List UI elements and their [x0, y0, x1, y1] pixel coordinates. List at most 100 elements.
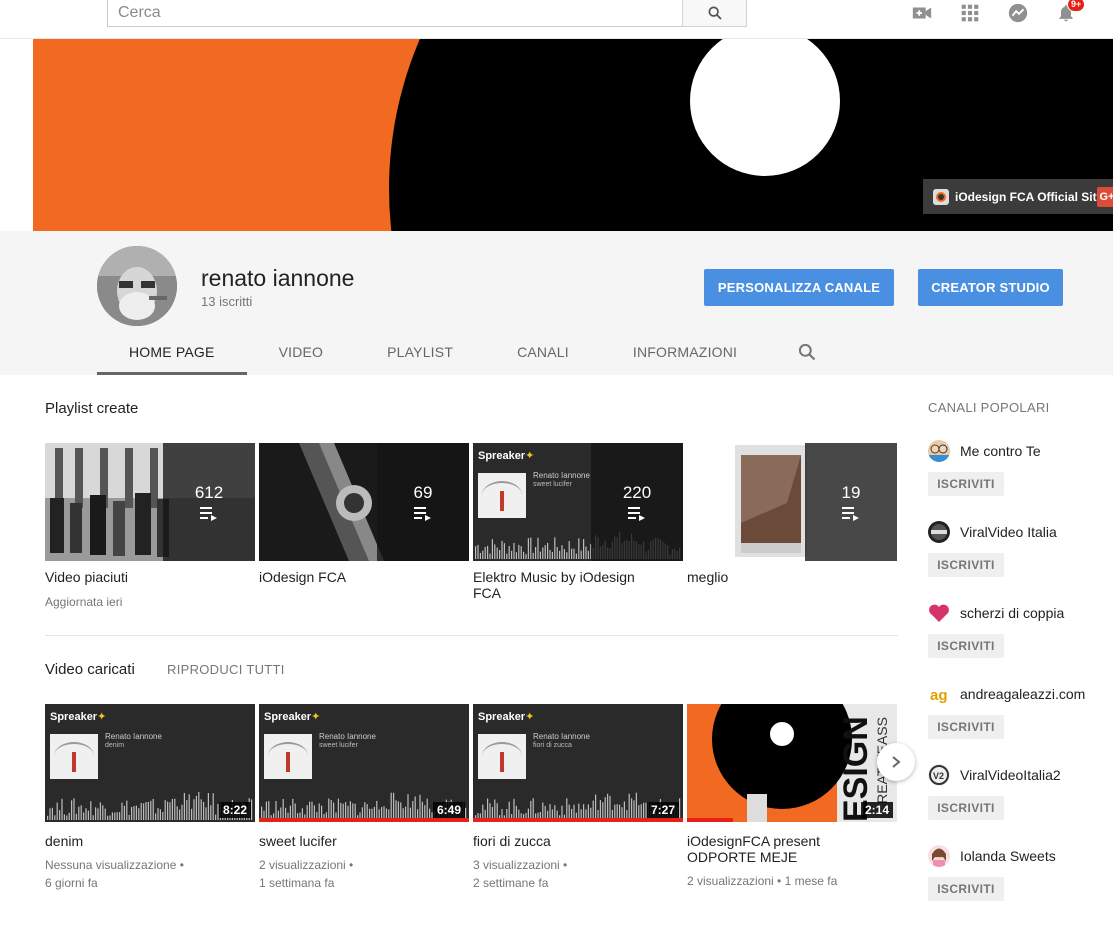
playlist-title[interactable]: meglio: [687, 569, 887, 585]
playlist-thumbnail[interactable]: 69: [259, 443, 469, 561]
view-count: 2 visualizzazioni: [259, 858, 346, 872]
thumb-track: sweet lucifer: [533, 481, 572, 488]
playlist-video-count: 69: [413, 483, 433, 502]
channel-avatar[interactable]: [928, 521, 950, 543]
upload-age: 2 settimane fa: [473, 876, 549, 890]
watch-progress-bar: [687, 818, 734, 822]
video-duration: 6:49: [432, 802, 465, 818]
subscribe-button[interactable]: ISCRIVITI: [928, 715, 1004, 739]
view-count: 2 visualizzazioni: [687, 874, 774, 888]
subscribe-button[interactable]: ISCRIVITI: [928, 796, 1004, 820]
book-artwork: [50, 734, 98, 779]
svg-text:ag: ag: [930, 687, 948, 704]
banner-site-link[interactable]: iOdesign FCA Official Site: [923, 179, 1113, 214]
thumb-track: sweet lucifer: [319, 742, 358, 749]
customize-channel-button[interactable]: PERSONALIZZA CANALE: [704, 269, 894, 306]
playlist-icon: [842, 507, 859, 521]
channel-name-link[interactable]: andreagaleazzi.com: [960, 686, 1085, 702]
apps-grid-icon[interactable]: [958, 1, 982, 25]
video-thumbnail[interactable]: Spreaker✦ Renato Iannone denim 8:22: [45, 704, 255, 822]
playlist-count-overlay: 19: [805, 443, 897, 561]
book-artwork: [478, 473, 526, 518]
tab-playlists[interactable]: PLAYLIST: [355, 329, 485, 375]
ag-logo-icon[interactable]: ag: [928, 683, 950, 705]
thumb-artist: Renato Iannone: [319, 732, 376, 741]
messages-icon[interactable]: [1006, 1, 1030, 25]
subscribe-button[interactable]: ISCRIVITI: [928, 634, 1004, 658]
book-artwork: [478, 734, 526, 779]
playlist-video-count: 612: [194, 483, 224, 502]
video-duration: 2:14: [860, 802, 893, 818]
channel-search-button[interactable]: [787, 329, 827, 375]
tab-videos[interactable]: VIDEO: [247, 329, 356, 375]
creator-studio-button[interactable]: CREATOR STUDIO: [918, 269, 1063, 306]
notifications-badge: 9+: [1067, 0, 1086, 12]
section-divider: [45, 635, 898, 636]
chevron-right-icon: [892, 756, 901, 768]
playlist-thumbnail[interactable]: 19: [687, 443, 897, 561]
playlist-meta: Aggiornata ieri: [45, 595, 123, 609]
googleplus-icon[interactable]: G+: [1097, 187, 1113, 207]
search-box[interactable]: [107, 0, 683, 27]
channel-name-link[interactable]: ViralVideoItalia2: [960, 767, 1061, 783]
tab-about[interactable]: INFORMAZIONI: [601, 329, 769, 375]
playlist-title[interactable]: iOdesign FCA: [259, 569, 459, 585]
watch-progress-bar: [259, 818, 469, 822]
playlist-title[interactable]: Elektro Music by iOdesign FCA: [473, 569, 653, 601]
video-title[interactable]: iOdesignFCA present ODPORTE MEJE: [687, 833, 867, 865]
playlist-thumbnail[interactable]: Spreaker✦ Renato Iannone sweet lucifer 2…: [473, 443, 683, 561]
channel-tabs: HOME PAGE VIDEO PLAYLIST CANALI INFORMAZ…: [97, 329, 827, 375]
channel-name-link[interactable]: Me contro Te: [960, 443, 1041, 459]
subscribe-button[interactable]: ISCRIVITI: [928, 553, 1004, 577]
playlist-title[interactable]: Video piaciuti: [45, 569, 245, 585]
channel-avatar[interactable]: [928, 845, 950, 867]
svg-text:V2: V2: [933, 771, 944, 781]
video-thumbnail[interactable]: Spreaker✦ Renato Iannone sweet lucifer 6…: [259, 704, 469, 822]
video-meta: 2 visualizzazioni • 1 mese fa: [687, 874, 838, 888]
channel-name: renato iannone: [201, 265, 355, 291]
uploads-section-title: Video caricati: [45, 661, 135, 678]
channel-name-link[interactable]: Iolanda Sweets: [960, 848, 1056, 864]
video-title[interactable]: sweet lucifer: [259, 833, 459, 849]
channel-avatar[interactable]: V2: [928, 764, 950, 786]
channel-avatar[interactable]: [928, 440, 950, 462]
thumb-artist: Renato Iannone: [533, 471, 590, 480]
upload-age: 1 mese fa: [784, 874, 838, 888]
watch-progress-bar: [473, 818, 683, 822]
search-input[interactable]: [108, 0, 683, 26]
channel-banner: iOdesign FCA Official Site G+: [33, 39, 1113, 231]
channel-name-link[interactable]: scherzi di coppia: [960, 605, 1064, 621]
playlist-count-overlay: 612: [163, 443, 255, 561]
video-title[interactable]: denim: [45, 833, 245, 849]
playlists-section-title: Playlist create: [45, 400, 139, 417]
video-thumbnail[interactable]: Spreaker✦ Renato Iannone fiori di zucca …: [473, 704, 683, 822]
subscribe-button[interactable]: ISCRIVITI: [928, 472, 1004, 496]
shelf-next-button[interactable]: [877, 743, 915, 781]
subscriber-count: 13 iscritti: [201, 294, 253, 309]
thumb-track: fiori di zucca: [533, 742, 572, 749]
search-button[interactable]: [682, 0, 747, 27]
upload-age: 6 giorni fa: [45, 876, 98, 890]
playlist-thumbnail[interactable]: 612: [45, 443, 255, 561]
play-all-link[interactable]: RIPRODUCI TUTTI: [167, 662, 285, 677]
playlist-video-count: 220: [622, 483, 652, 502]
upload-video-icon[interactable]: [910, 1, 934, 25]
channel-name-link[interactable]: ViralVideo Italia: [960, 524, 1057, 540]
subscribe-button[interactable]: ISCRIVITI: [928, 877, 1004, 901]
upload-age: 1 settimana fa: [259, 876, 335, 890]
spreaker-logo: Spreaker✦: [478, 711, 535, 723]
playlist-icon: [414, 507, 431, 521]
video-thumbnail[interactable]: ESIGN CREATIVEASS 2:14: [687, 704, 897, 822]
view-count: 3 visualizzazioni: [473, 858, 560, 872]
banner-link-label: iOdesign FCA Official Site: [955, 189, 1104, 204]
masthead: 9+: [0, 0, 1113, 39]
tab-home[interactable]: HOME PAGE: [97, 329, 247, 375]
channel-avatar[interactable]: [97, 246, 177, 326]
spreaker-logo: Spreaker✦: [478, 450, 535, 462]
search-icon: [799, 343, 816, 361]
tab-channels[interactable]: CANALI: [485, 329, 601, 375]
video-title[interactable]: fiori di zucca: [473, 833, 673, 849]
spreaker-logo: Spreaker✦: [50, 711, 107, 723]
video-meta: Nessuna visualizzazione • 6 giorni fa: [45, 858, 184, 890]
heart-icon[interactable]: [928, 602, 950, 624]
